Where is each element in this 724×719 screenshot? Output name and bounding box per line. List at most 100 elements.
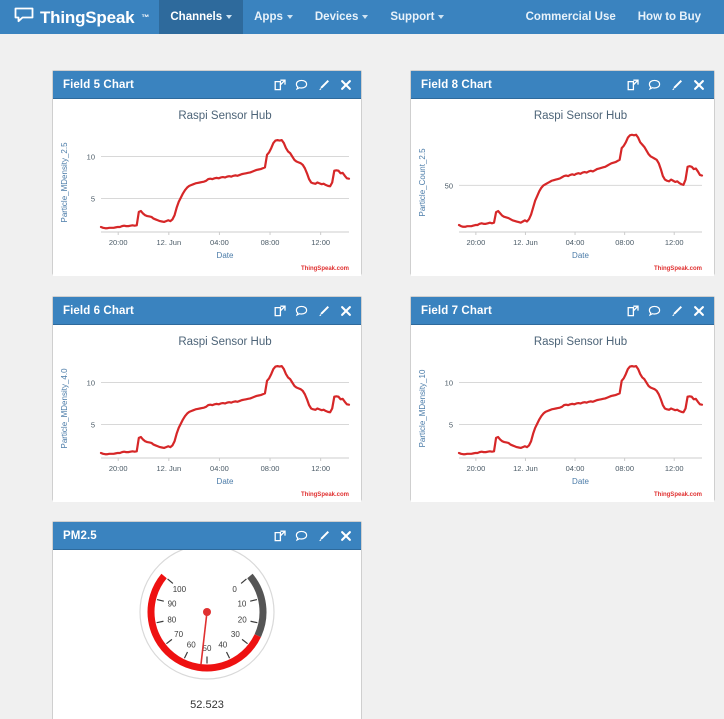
nav-item-devices[interactable]: Devices — [304, 0, 379, 34]
y-tick-label: 50 — [445, 181, 453, 190]
edit-pencil-icon[interactable] — [317, 529, 330, 542]
panel-field-7-chart: Field 7 Chart Raspi Sensor Hub 5 10 20:00 12.… — [410, 296, 715, 502]
comment-icon[interactable] — [295, 529, 308, 542]
x-tick-label: 20:00 — [466, 464, 485, 473]
x-tick-label: 12. Jun — [157, 238, 182, 247]
gauge-tick-label: 20 — [238, 615, 247, 624]
panel-header: Field 7 Chart — [411, 297, 714, 325]
external-link-icon[interactable] — [273, 529, 286, 542]
x-tick-label: 20:00 — [109, 464, 128, 473]
panel-tools — [273, 304, 352, 317]
nav-item-support-label: Support — [390, 11, 435, 23]
nav-item-channels-label: Channels — [170, 11, 223, 23]
gauge-tick-mark — [250, 598, 258, 602]
close-icon[interactable] — [692, 304, 705, 317]
y-axis-label: Particle_MDensity_10 — [418, 369, 427, 447]
gauge-tick-mark — [250, 620, 258, 624]
panel-header: PM2.5 — [53, 522, 361, 550]
panel-body: 0 10 20 30 40 50 60 70 80 90 100 52.523 — [53, 544, 361, 719]
panel-field-5-chart: Field 5 Chart Raspi Sensor Hub 5 10 20:00 12.… — [52, 70, 362, 276]
gauge-tick-label: 60 — [187, 640, 196, 649]
gauge-tick-label: 10 — [237, 599, 246, 608]
external-link-icon[interactable] — [273, 304, 286, 317]
panel-header: Field 5 Chart — [53, 71, 361, 99]
x-tick-label: 08:00 — [261, 464, 280, 473]
edit-pencil-icon[interactable] — [317, 78, 330, 91]
panel-header: Field 6 Chart — [53, 297, 361, 325]
y-axis-label: Particle_Count_2.5 — [418, 148, 427, 217]
gauge-tick-mark — [183, 651, 189, 659]
brand-trademark: ™ — [141, 12, 150, 22]
nav-item-devices-label: Devices — [314, 11, 359, 23]
panel-pm2-5: PM2.5 0 10 20 30 40 50 60 70 80 90 100 52.523 — [52, 521, 362, 719]
nav-item-apps[interactable]: Apps — [243, 0, 304, 34]
panel-tools — [273, 529, 352, 542]
panel-tools — [626, 304, 705, 317]
comment-icon[interactable] — [648, 78, 661, 91]
chevron-down-icon — [438, 15, 445, 19]
nav-items: Channels Apps Devices Support — [159, 0, 455, 34]
x-axis-label: Date — [572, 251, 589, 260]
close-icon[interactable] — [339, 304, 352, 317]
gauge-tick-label: 80 — [167, 615, 176, 624]
x-tick-label: 12:00 — [311, 238, 330, 247]
thingspeak-watermark: ThingSpeak.com — [654, 266, 702, 272]
x-tick-label: 20:00 — [466, 238, 485, 247]
panel-title: Field 6 Chart — [63, 304, 134, 317]
edit-pencil-icon[interactable] — [670, 78, 683, 91]
x-axis-label: Date — [217, 251, 234, 260]
series-line — [457, 133, 704, 228]
y-tick-label: 5 — [91, 194, 95, 203]
y-axis-label: Particle_MDensity_2.5 — [60, 142, 69, 223]
gauge-tick-mark — [241, 638, 248, 645]
panel-title: Field 7 Chart — [421, 304, 492, 317]
brand-logo[interactable]: ThingSpeak ™ — [0, 0, 159, 34]
chart-title: Raspi Sensor Hub — [178, 110, 271, 122]
x-axis-label: Date — [572, 477, 589, 486]
series-line — [99, 139, 351, 230]
panel-tools — [273, 78, 352, 91]
chevron-down-icon — [286, 15, 293, 19]
nav-item-apps-label: Apps — [254, 11, 283, 23]
x-tick-label: 12. Jun — [513, 238, 538, 247]
panel-body: Raspi Sensor Hub 5 10 20:00 12. Jun 04:00 08:0… — [53, 99, 361, 276]
panel-title: Field 8 Chart — [421, 78, 492, 91]
panel-title: Field 5 Chart — [63, 78, 134, 91]
external-link-icon[interactable] — [626, 78, 639, 91]
edit-pencil-icon[interactable] — [317, 304, 330, 317]
x-tick-label: 12. Jun — [513, 464, 538, 473]
x-tick-label: 08:00 — [615, 238, 634, 247]
x-tick-label: 08:00 — [261, 238, 280, 247]
y-tick-label: 5 — [91, 420, 95, 429]
nav-item-commercial-use[interactable]: Commercial Use — [515, 0, 627, 34]
chat-bubble-icon — [14, 7, 34, 28]
gauge-tick-mark — [225, 651, 231, 659]
panel-body: Raspi Sensor Hub 5 10 20:00 12. Jun 04:00 08:0… — [53, 325, 361, 502]
close-icon[interactable] — [339, 78, 352, 91]
close-icon[interactable] — [339, 529, 352, 542]
x-tick-label: 08:00 — [615, 464, 634, 473]
nav-item-channels[interactable]: Channels — [159, 0, 244, 34]
thingspeak-watermark: ThingSpeak.com — [301, 266, 349, 272]
external-link-icon[interactable] — [626, 304, 639, 317]
x-tick-label: 12:00 — [665, 238, 684, 247]
nav-item-support[interactable]: Support — [379, 0, 455, 34]
y-tick-label: 10 — [87, 152, 95, 161]
gauge-needle — [200, 611, 208, 665]
nav-item-how-to-buy[interactable]: How to Buy — [627, 0, 712, 34]
panel-field-8-chart: Field 8 Chart Raspi Sensor Hub 50 20:00 12. … — [410, 70, 715, 276]
edit-pencil-icon[interactable] — [670, 304, 683, 317]
y-tick-label: 10 — [445, 378, 453, 387]
panel-body: Raspi Sensor Hub 50 20:00 12. Jun 04:00 08:00… — [411, 99, 714, 276]
comment-icon[interactable] — [648, 304, 661, 317]
comment-icon[interactable] — [295, 304, 308, 317]
panel-header: Field 8 Chart — [411, 71, 714, 99]
comment-icon[interactable] — [295, 78, 308, 91]
nav-right-items: Commercial Use How to Buy — [515, 0, 724, 34]
chart-title: Raspi Sensor Hub — [178, 336, 271, 348]
x-tick-label: 20:00 — [109, 238, 128, 247]
gauge-tick-mark — [156, 620, 164, 624]
external-link-icon[interactable] — [273, 78, 286, 91]
series-line — [457, 365, 704, 456]
close-icon[interactable] — [692, 78, 705, 91]
